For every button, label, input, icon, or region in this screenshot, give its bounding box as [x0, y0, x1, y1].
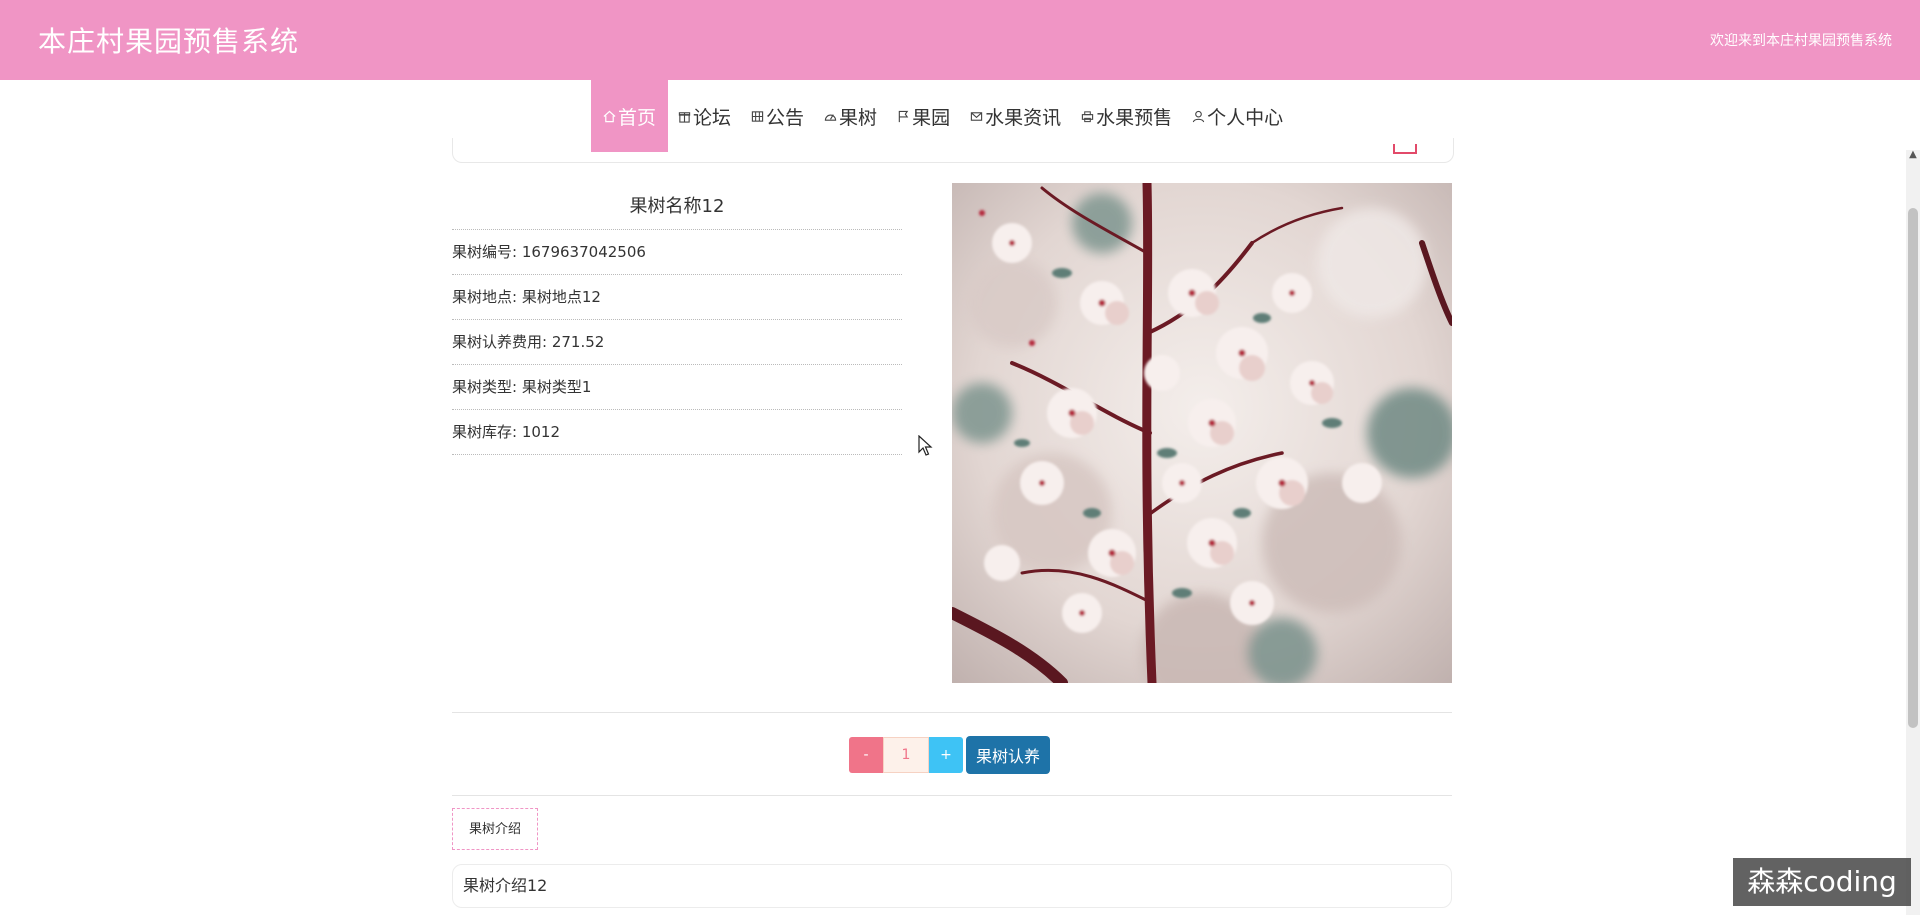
home-icon — [603, 110, 616, 122]
detail-value: 271.52 — [551, 333, 605, 351]
quantity-input[interactable] — [883, 737, 929, 773]
detail-label: 果树库存 — [452, 423, 513, 441]
section-divider — [452, 795, 1452, 796]
printer-icon — [1081, 110, 1094, 122]
mail-icon — [970, 111, 983, 121]
detail-row-tree-location: 果树地点: 果树地点12 — [452, 274, 902, 319]
detail-label: 果树类型 — [452, 378, 513, 396]
site-title: 本庄村果园预售系统 — [38, 25, 300, 58]
nav-label: 果园 — [912, 106, 951, 129]
scroll-up-arrow-icon[interactable]: ▲ — [1908, 150, 1918, 160]
site-header: 本庄村果园预售系统 欢迎来到本庄村果园预售系统 — [0, 0, 1920, 80]
detail-label: 果树地点 — [452, 288, 513, 306]
flag-icon — [898, 110, 909, 122]
tree-photo — [952, 183, 1452, 683]
detail-row-tree-id: 果树编号: 1679637042506 — [452, 229, 902, 274]
tab-tree-intro[interactable]: 果树介绍 — [452, 808, 538, 850]
decrease-quantity-button[interactable]: - — [849, 737, 883, 773]
tree-intro-content: 果树介绍12 — [452, 864, 1452, 908]
nav-label: 水果资讯 — [985, 106, 1062, 129]
decoration-mark-icon — [1393, 144, 1417, 154]
scrollbar-thumb[interactable] — [1908, 208, 1918, 728]
welcome-text: 欢迎来到本庄村果园预售系统 — [1710, 33, 1892, 49]
detail-row-adoption-fee: 果树认养费用: 271.52 — [452, 319, 902, 364]
section-divider — [452, 712, 1452, 713]
increase-quantity-button[interactable]: + — [929, 737, 963, 773]
detail-label: 果树认养费用 — [452, 333, 543, 351]
tree-detail-list: 果树编号: 1679637042506 果树地点: 果树地点12 果树认养费用:… — [452, 229, 902, 455]
detail-value: 1012 — [521, 423, 561, 441]
quantity-stepper: - + — [849, 737, 963, 773]
user-icon — [1192, 110, 1205, 122]
tree-name-title: 果树名称12 — [629, 196, 725, 217]
detail-value: 果树地点12 — [521, 288, 601, 306]
nav-label: 果树 — [839, 106, 878, 129]
adopt-tree-button[interactable]: 果树认养 — [966, 736, 1050, 774]
nav-label: 个人中心 — [1207, 106, 1284, 129]
mouse-cursor-icon — [918, 435, 933, 456]
nav-label: 论坛 — [693, 106, 732, 129]
video-watermark: 森森coding — [1733, 858, 1911, 906]
nav-label: 首页 — [618, 106, 657, 129]
nav-label: 公告 — [766, 106, 805, 129]
detail-row-tree-type: 果树类型: 果树类型1 — [452, 364, 902, 409]
detail-row-tree-stock: 果树库存: 1012 — [452, 409, 902, 455]
detail-label: 果树编号 — [452, 243, 513, 261]
nav-label: 水果预售 — [1096, 106, 1173, 129]
breadcrumb-box — [452, 138, 1454, 163]
detail-value: 果树类型1 — [521, 378, 592, 396]
grid-icon — [751, 110, 764, 122]
detail-value: 1679637042506 — [521, 243, 646, 261]
gauge-icon — [824, 113, 837, 121]
gift-icon — [678, 111, 691, 123]
